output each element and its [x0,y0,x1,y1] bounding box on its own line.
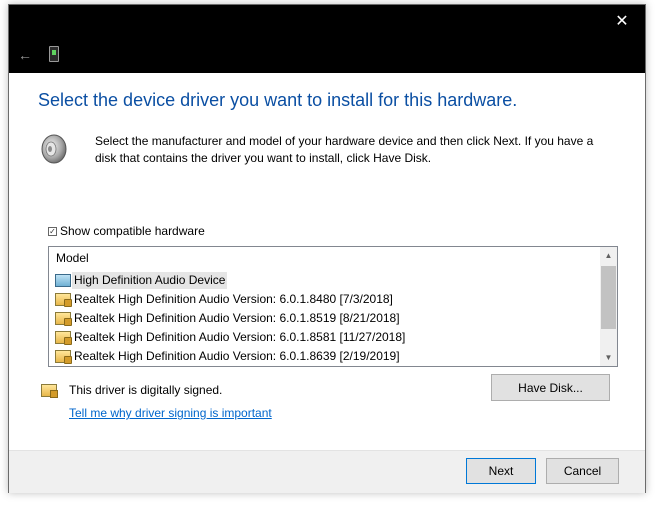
signed-driver-icon [55,293,72,307]
speaker-icon [41,134,67,164]
signed-status-text: This driver is digitally signed. [69,383,223,397]
nav-row: ← [9,37,645,73]
list-item[interactable]: Realtek High Definition Audio Version: 6… [49,328,601,347]
signed-driver-icon [55,331,72,345]
list-item-label: Realtek High Definition Audio Version: 6… [74,330,406,344]
signed-driver-icon [55,350,72,364]
have-disk-button[interactable]: Have Disk... [491,374,610,401]
scroll-up-icon[interactable]: ▲ [600,247,617,264]
show-compatible-label: Show compatible hardware [60,224,205,238]
list-item-label: High Definition Audio Device [72,272,228,289]
checkbox-checked-icon[interactable]: ✓ [48,226,57,236]
scroll-thumb[interactable] [601,266,616,329]
list-item[interactable]: High Definition Audio Device [49,271,601,290]
signed-driver-icon [41,384,58,398]
list-item[interactable]: Realtek High Definition Audio Version: 6… [49,290,601,309]
driver-signing-link[interactable]: Tell me why driver signing is important [69,406,272,420]
list-item[interactable]: Realtek High Definition Audio Version: 6… [49,347,601,366]
instructions-text: Select the manufacturer and model of you… [95,134,594,165]
audio-device-icon [55,274,71,287]
vertical-scrollbar[interactable]: ▲ ▼ [600,247,617,366]
model-rows: High Definition Audio Device Realtek Hig… [49,271,601,366]
page-heading: Select the device driver you want to ins… [38,90,518,110]
model-column-header: Model [56,251,89,265]
title-bar: ✕ ← [9,5,645,73]
list-item-label: Realtek High Definition Audio Version: 6… [74,311,400,325]
device-manager-icon [49,46,59,62]
list-item[interactable]: Realtek High Definition Audio Version: 6… [49,309,601,328]
show-compatible-checkbox[interactable]: ✓ Show compatible hardware [48,224,205,238]
close-icon[interactable]: ✕ [599,5,645,37]
next-button[interactable]: Next [466,458,536,484]
list-item-label: Realtek High Definition Audio Version: 6… [74,292,393,306]
signed-driver-icon [55,312,72,326]
back-arrow-icon[interactable]: ← [13,43,37,67]
model-listbox[interactable]: Model High Definition Audio Device Realt… [48,246,618,367]
cancel-button[interactable]: Cancel [546,458,619,484]
scroll-down-icon[interactable]: ▼ [600,349,617,366]
list-item-label: Realtek High Definition Audio Version: 6… [74,349,400,363]
